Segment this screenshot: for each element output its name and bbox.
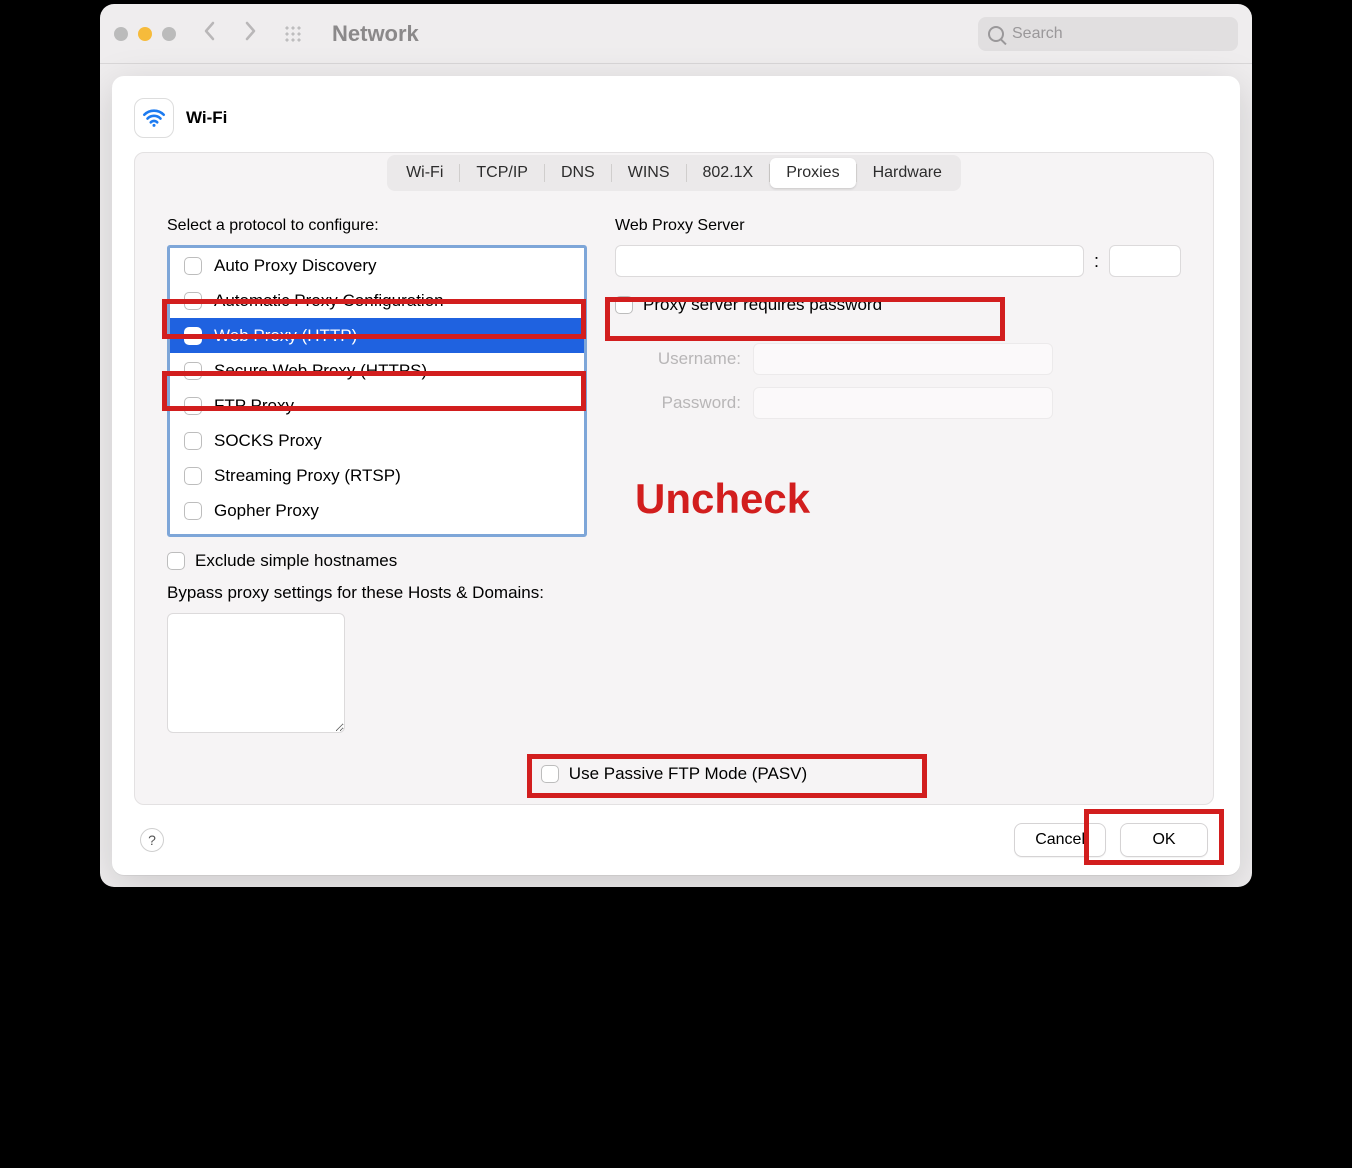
tabs: Wi-FiTCP/IPDNSWINS802.1XProxiesHardware [135,151,1213,191]
protocol-label: Auto Proxy Discovery [214,256,377,276]
close-window-button[interactable] [114,27,128,41]
show-all-icon[interactable] [284,25,302,43]
requires-password-checkbox[interactable] [615,296,633,314]
help-button[interactable]: ? [140,828,164,852]
back-button[interactable] [196,20,224,48]
protocol-checkbox[interactable] [184,292,202,310]
protocol-label: Automatic Proxy Configuration [214,291,444,311]
password-label: Password: [615,393,741,413]
server-label: Web Proxy Server [615,217,1181,235]
tab-dns[interactable]: DNS [545,158,611,188]
protocol-label: Secure Web Proxy (HTTPS) [214,361,427,381]
proxies-sheet: Wi-Fi Wi-FiTCP/IPDNSWINS802.1XProxiesHar… [112,76,1240,875]
protocol-select-label: Select a protocol to configure: [167,217,587,235]
ok-button[interactable]: OK [1120,823,1208,857]
tab-8021x[interactable]: 802.1X [687,158,770,188]
username-input[interactable] [753,343,1053,375]
protocol-label: Streaming Proxy (RTSP) [214,466,401,486]
exclude-simple-row[interactable]: Exclude simple hostnames [167,551,587,571]
tab-tcpip[interactable]: TCP/IP [460,158,544,188]
window-toolbar: Network Search [100,4,1252,64]
exclude-simple-label: Exclude simple hostnames [195,551,397,571]
pasv-row: Use Passive FTP Mode (PASV) [135,764,1213,784]
requires-password-row[interactable]: Proxy server requires password [615,295,1181,315]
protocol-row-gopher-proxy[interactable]: Gopher Proxy [170,493,584,528]
server-colon: : [1094,251,1099,272]
content: Select a protocol to configure: Auto Pro… [135,193,1213,579]
protocol-checkbox[interactable] [184,432,202,450]
protocol-row-auto-proxy-discovery[interactable]: Auto Proxy Discovery [170,248,584,283]
pasv-checkbox-row[interactable]: Use Passive FTP Mode (PASV) [541,764,807,784]
left-column: Select a protocol to configure: Auto Pro… [167,217,587,571]
protocol-checkbox[interactable] [184,257,202,275]
right-column: Web Proxy Server : Proxy server requires… [615,217,1181,571]
tab-wifi[interactable]: Wi-Fi [390,158,459,188]
protocol-checkbox[interactable] [184,502,202,520]
sheet-header: Wi-Fi [134,98,1214,138]
sheet-title: Wi-Fi [186,108,227,128]
search-placeholder: Search [1012,25,1063,43]
username-row: Username: [615,343,1181,375]
protocol-row-automatic-proxy-configuration[interactable]: Automatic Proxy Configuration [170,283,584,318]
footer: ? Cancel OK [134,805,1214,857]
protocol-label: SOCKS Proxy [214,431,322,451]
window-title: Network [332,21,419,47]
protocol-row-socks-proxy[interactable]: SOCKS Proxy [170,423,584,458]
requires-password-label: Proxy server requires password [643,295,882,315]
protocol-label: Gopher Proxy [214,501,319,521]
traffic-lights [114,27,176,41]
protocol-list[interactable]: Auto Proxy Discovery Automatic Proxy Conf… [167,245,587,537]
exclude-simple-checkbox[interactable] [167,552,185,570]
protocol-row-streaming-proxy-rtsp[interactable]: Streaming Proxy (RTSP) [170,458,584,493]
preferences-window: Network Search Wi-Fi Wi-FiTCP/IPDNSWINS8… [100,4,1252,887]
bypass-textarea[interactable] [167,613,345,733]
settings-panel: Wi-FiTCP/IPDNSWINS802.1XProxiesHardware … [134,152,1214,805]
username-label: Username: [615,349,741,369]
cancel-button[interactable]: Cancel [1014,823,1106,857]
protocol-checkbox[interactable] [184,362,202,380]
search-icon [988,26,1004,42]
tab-proxies[interactable]: Proxies [770,158,855,188]
protocol-row-ftp-proxy[interactable]: FTP Proxy [170,388,584,423]
zoom-window-button[interactable] [162,27,176,41]
protocol-row-web-proxy-http[interactable]: Web Proxy (HTTP) [170,318,584,353]
tab-wins[interactable]: WINS [612,158,686,188]
tab-hardware[interactable]: Hardware [857,158,958,188]
protocol-label: Web Proxy (HTTP) [214,326,357,346]
protocol-checkbox[interactable] [184,327,202,345]
server-host-input[interactable] [615,245,1084,277]
wifi-icon [134,98,174,138]
minimize-window-button[interactable] [138,27,152,41]
protocol-label: FTP Proxy [214,396,294,416]
password-row: Password: [615,387,1181,419]
protocol-row-secure-web-proxy-https[interactable]: Secure Web Proxy (HTTPS) [170,353,584,388]
password-input[interactable] [753,387,1053,419]
pasv-label: Use Passive FTP Mode (PASV) [569,764,807,784]
protocol-checkbox[interactable] [184,397,202,415]
server-port-input[interactable] [1109,245,1181,277]
server-row: : [615,245,1181,277]
annotation-uncheck-text: Uncheck [635,475,810,523]
forward-button[interactable] [236,20,264,48]
search-field[interactable]: Search [978,17,1238,51]
pasv-checkbox[interactable] [541,765,559,783]
protocol-checkbox[interactable] [184,467,202,485]
bypass-label: Bypass proxy settings for these Hosts & … [167,583,1213,603]
